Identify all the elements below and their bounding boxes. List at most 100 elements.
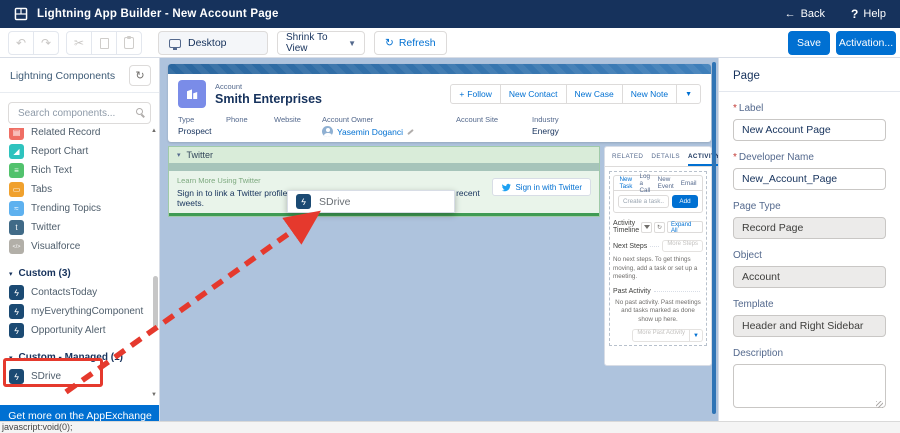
more-steps-button[interactable]: More Steps — [662, 240, 703, 252]
sign-in-with-twitter-button[interactable]: Sign in with Twitter — [492, 178, 591, 196]
copy-button[interactable] — [91, 31, 117, 55]
help-button[interactable]: ?Help — [851, 7, 886, 21]
custom-section-header[interactable]: ▾Custom (3) — [9, 264, 159, 283]
object-input — [733, 266, 886, 288]
subtab-log-a-call[interactable]: Log a Call — [636, 173, 654, 194]
refresh-icon: ↻ — [657, 224, 662, 231]
custom-component-icon: ϟ — [9, 304, 24, 319]
report-chart-icon: ◢ — [9, 144, 24, 159]
trending-topics-icon: ≈ — [9, 201, 24, 216]
field-type-value: Prospect — [178, 126, 212, 136]
cut-button[interactable]: ✂ — [66, 31, 92, 55]
sdrive-drag-ghost[interactable]: ϟ SDrive — [287, 190, 455, 213]
developer-name-input[interactable] — [733, 168, 886, 190]
expand-all-button[interactable]: Expand All — [667, 221, 703, 233]
developer-name-field-label: *Developer Name — [733, 152, 886, 163]
twitter-headline: Learn More Using Twitter — [177, 176, 492, 185]
canvas-scrollbar[interactable] — [712, 62, 716, 414]
more-actions-button[interactable]: ▼ — [676, 84, 701, 104]
chevron-down-icon: ▼ — [348, 39, 356, 48]
redo-icon: ↷ — [41, 36, 51, 50]
appexchange-button[interactable]: Get more on the AppExchange — [0, 405, 160, 421]
activity-timeline-title: Activity Timeline — [613, 220, 639, 234]
tabs-icon: ▭ — [9, 182, 24, 197]
page-type-input — [733, 217, 886, 239]
sidebar-item-sdrive[interactable]: ϟSDrive — [9, 367, 159, 386]
visualforce-icon: </> — [9, 239, 24, 254]
copy-icon — [100, 38, 109, 49]
undo-icon: ↶ — [16, 36, 26, 50]
custom-managed-section-header[interactable]: ▾Custom - Managed (1) — [9, 348, 159, 367]
scroll-down-arrow[interactable]: ▼ — [151, 392, 157, 398]
chevron-down-icon: ▾ — [9, 270, 13, 278]
scroll-up-arrow[interactable]: ▲ — [151, 128, 157, 134]
sidebar-item-opportunity-alert[interactable]: ϟOpportunity Alert — [9, 321, 159, 340]
browser-status-bar: javascript:void(0); — [0, 421, 900, 433]
sidebar-item-contactstoday[interactable]: ϟContactsToday — [9, 283, 159, 302]
more-past-activity-button[interactable]: More Past Activity — [632, 329, 690, 342]
owner-link[interactable]: Yasemin Doganci — [337, 127, 403, 137]
sidebar-item-trending-topics[interactable]: ≈Trending Topics — [9, 199, 159, 218]
subtab-new-event[interactable]: New Event — [654, 176, 677, 190]
redo-button[interactable]: ↷ — [33, 31, 59, 55]
desktop-icon — [169, 39, 181, 48]
refresh-icon: ↻ — [135, 69, 144, 82]
chevron-down-icon[interactable]: ▾ — [177, 151, 181, 159]
undo-button[interactable]: ↶ — [8, 31, 34, 55]
custom-component-icon: ϟ — [9, 285, 24, 300]
sidebar-scrollbar-thumb[interactable] — [153, 276, 158, 328]
save-button[interactable]: Save — [788, 31, 830, 55]
create-task-input[interactable] — [618, 195, 669, 208]
twitter-bird-icon — [501, 182, 511, 192]
add-task-button[interactable]: Add — [672, 195, 698, 208]
cut-icon: ✂ — [74, 36, 84, 50]
activity-component-boundary: New Task Log a Call New Event Email Add … — [609, 171, 707, 346]
desktop-view-button[interactable]: Desktop — [158, 31, 268, 55]
record-banner — [168, 64, 711, 74]
description-textarea[interactable] — [733, 364, 886, 408]
refresh-timeline-button[interactable]: ↻ — [654, 222, 665, 233]
owner-avatar — [322, 126, 333, 137]
refresh-components-button[interactable]: ↻ — [129, 65, 151, 86]
label-input[interactable] — [733, 119, 886, 141]
activity-panel[interactable]: RELATED DETAILS ACTIVITY New Task Log a … — [604, 146, 712, 366]
new-note-button[interactable]: New Note — [622, 84, 677, 104]
past-activity-empty-text: No past activity. Past meetings and task… — [613, 299, 703, 325]
template-input — [733, 315, 886, 337]
subtab-email[interactable]: Email — [677, 180, 700, 187]
subtab-new-task[interactable]: New Task — [616, 176, 636, 190]
tab-related[interactable]: RELATED — [612, 147, 643, 166]
search-components-input[interactable] — [8, 102, 151, 124]
components-sidebar: Lightning Components ↻ ▤Related Record ◢… — [0, 58, 160, 421]
account-icon — [178, 80, 206, 108]
tab-details[interactable]: DETAILS — [651, 147, 680, 166]
edit-pencil-icon[interactable] — [407, 128, 414, 134]
back-button[interactable]: ←Back — [785, 7, 825, 21]
app-builder-icon — [14, 7, 28, 21]
sidebar-item-related-record[interactable]: ▤Related Record — [9, 128, 159, 142]
sidebar-item-tabs[interactable]: ▭Tabs — [9, 180, 159, 199]
sidebar-item-rich-text[interactable]: ≡Rich Text — [9, 161, 159, 180]
sidebar-item-myeverythingcomponent[interactable]: ϟmyEverythingComponent — [9, 302, 159, 321]
shrink-to-view-dropdown[interactable]: Shrink To View ▼ — [277, 31, 365, 55]
new-contact-button[interactable]: New Contact — [500, 84, 567, 104]
next-steps-title: Next Steps — [613, 243, 647, 250]
filter-button[interactable] — [641, 222, 652, 233]
template-field-label: Template — [733, 299, 886, 310]
new-case-button[interactable]: New Case — [566, 84, 623, 104]
more-past-dropdown-button[interactable]: ▼ — [690, 329, 703, 342]
sidebar-item-visualforce[interactable]: </>Visualforce — [9, 237, 159, 256]
custom-component-icon: ϟ — [9, 369, 24, 384]
drop-placeholder-bar — [169, 163, 599, 171]
drop-indicator-line — [169, 213, 599, 216]
activation-button[interactable]: Activation... — [836, 31, 896, 55]
follow-button[interactable]: +Follow — [450, 84, 501, 104]
next-steps-empty-text: No next steps. To get things moving, add… — [613, 256, 703, 282]
related-record-icon: ▤ — [9, 128, 24, 140]
sidebar-item-report-chart[interactable]: ◢Report Chart — [9, 142, 159, 161]
highlights-panel[interactable]: Account Smith Enterprises +Follow New Co… — [168, 64, 711, 142]
page-properties-panel: Page *Label *Developer Name Page Type Ob… — [718, 58, 900, 421]
paste-button[interactable] — [116, 31, 142, 55]
refresh-button[interactable]: ↻ Refresh — [374, 31, 447, 55]
sidebar-item-twitter[interactable]: tTwitter — [9, 218, 159, 237]
